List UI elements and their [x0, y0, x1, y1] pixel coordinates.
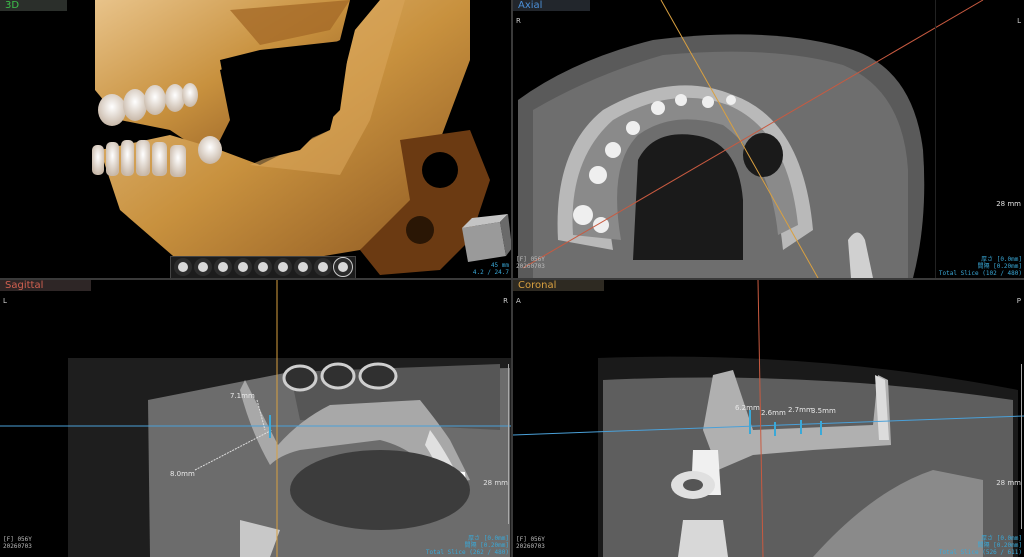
axial-slice-image[interactable]	[513, 0, 1024, 278]
slice-count: Total Slice (526 / 611)	[938, 549, 1022, 556]
tab-coronal[interactable]: Coronal	[513, 280, 605, 291]
panel-sagittal[interactable]: Sagittal L R 7.1mm 8.0mm 28 mm [F] 056Y …	[0, 280, 511, 557]
patient-id: [F] 056Y	[516, 256, 545, 263]
orient-label-left: R	[516, 17, 521, 25]
patient-info: [F] 056Y 20260703	[3, 536, 32, 550]
scale-label: 28 mm	[996, 479, 1021, 487]
study-date: 20260703	[3, 543, 32, 550]
view-back-icon[interactable]	[254, 258, 272, 276]
study-date: 20260703	[516, 263, 545, 270]
info-3d: 45 mm 4.2 / 24.7	[473, 262, 509, 276]
study-date: 20260703	[516, 543, 545, 550]
tab-axial[interactable]: Axial	[513, 0, 591, 11]
info-3d-line-2: 4.2 / 24.7	[472, 269, 509, 276]
depth-ruler	[1017, 364, 1022, 529]
scale-label: 28 mm	[483, 479, 508, 487]
patient-info: [F] 056Y 20260703	[516, 536, 545, 550]
axial-side-bar	[931, 0, 936, 278]
view-bottom-icon[interactable]	[274, 258, 292, 276]
slice-interval: 間隔 [0.20mm]	[977, 263, 1022, 270]
panel-coronal[interactable]: Coronal A P 6.2mm 2.6mm 2.7mm 3.5mm 28 m…	[513, 280, 1024, 557]
slice-info: 厚さ [0.0mm] 間隔 [0.20mm] Total Slice (262 …	[426, 535, 509, 556]
slice-thickness: 厚さ [0.0mm]	[981, 535, 1022, 542]
panel-axial[interactable]: Axial R L 28 mm [F] 056Y 20260703 厚さ [0.…	[513, 0, 1024, 278]
patient-id: [F] 056Y	[3, 536, 32, 543]
info-3d-line-1: 45 mm	[490, 262, 509, 269]
orientation-cube[interactable]	[462, 214, 511, 262]
scale-label: 28 mm	[996, 200, 1021, 208]
measurement-label[interactable]: 6.2mm	[735, 404, 760, 412]
depth-ruler	[504, 364, 509, 524]
measurement-label[interactable]: 2.6mm	[761, 409, 786, 417]
view-front-icon[interactable]	[174, 258, 192, 276]
horizontal-divider[interactable]	[0, 278, 1024, 280]
tab-sagittal[interactable]: Sagittal	[0, 280, 92, 291]
view-mask-icon[interactable]	[314, 258, 332, 276]
view-right-icon[interactable]	[214, 258, 232, 276]
orient-label-right: R	[503, 297, 508, 305]
volume-render-3d[interactable]	[0, 0, 511, 278]
coronal-slice-image[interactable]	[513, 280, 1024, 557]
slice-thickness: 厚さ [0.0mm]	[468, 535, 509, 542]
orient-label-right: P	[1016, 297, 1021, 305]
orient-label-left: L	[3, 297, 7, 305]
slice-interval: 間隔 [0.20mm]	[464, 542, 509, 549]
view-iso-icon[interactable]	[294, 258, 312, 276]
view-preset-toolbar	[170, 256, 356, 278]
slice-interval: 間隔 [0.20mm]	[977, 542, 1022, 549]
reset-view-icon[interactable]	[333, 257, 353, 277]
view-top-icon[interactable]	[234, 258, 252, 276]
orient-label-right: L	[1017, 17, 1021, 25]
slice-thickness: 厚さ [0.0mm]	[981, 256, 1022, 263]
panel-3d[interactable]: 3D 45 mm 4.2 / 24.7	[0, 0, 511, 278]
sagittal-slice-image[interactable]	[0, 280, 511, 557]
view-left-icon[interactable]	[194, 258, 212, 276]
patient-id: [F] 056Y	[516, 536, 545, 543]
measurement-label[interactable]: 7.1mm	[230, 392, 255, 400]
tab-3d[interactable]: 3D	[0, 0, 68, 11]
orient-label-left: A	[516, 297, 521, 305]
patient-info: [F] 056Y 20260703	[516, 256, 545, 270]
slice-info: 厚さ [0.0mm] 間隔 [0.20mm] Total Slice (102 …	[939, 256, 1022, 277]
slice-count: Total Slice (102 / 480)	[938, 270, 1022, 277]
slice-info: 厚さ [0.0mm] 間隔 [0.20mm] Total Slice (526 …	[939, 535, 1022, 556]
slice-count: Total Slice (262 / 480)	[425, 549, 509, 556]
measurement-label[interactable]: 8.0mm	[170, 470, 195, 478]
measurement-label[interactable]: 2.7mm	[788, 406, 813, 414]
measurement-label[interactable]: 3.5mm	[811, 407, 836, 415]
